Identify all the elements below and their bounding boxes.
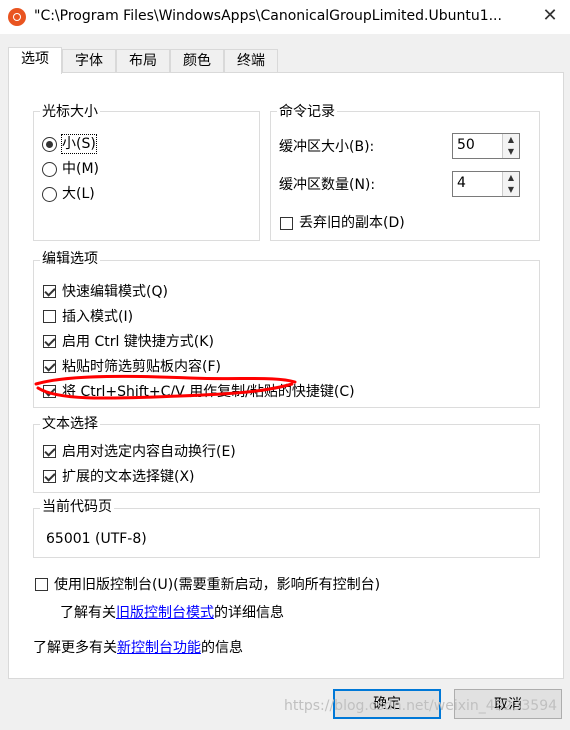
tab-layout[interactable]: 布局 [116, 49, 170, 73]
discard-old-checkbox[interactable] [280, 217, 293, 230]
buffer-size-value: 50 [457, 137, 475, 153]
close-icon[interactable]: ✕ [538, 4, 562, 28]
buffer-count-value: 4 [457, 175, 466, 191]
tab-colors[interactable]: 颜色 [170, 49, 224, 73]
spin-down-icon[interactable]: ▼ [502, 146, 519, 158]
radio-small[interactable] [42, 137, 57, 152]
legacy-mode-link[interactable]: 旧版控制台模式 [116, 605, 214, 621]
radio-large-label: 大(L) [62, 186, 95, 202]
more-info-line: 了解更多有关新控制台功能的信息 [33, 639, 243, 657]
text-selection-title: 文本选择 [40, 416, 100, 432]
more-info-suffix: 的信息 [201, 640, 243, 656]
extended-keys-label: 扩展的文本选择键(X) [62, 469, 195, 485]
legacy-info-prefix: 了解有关 [60, 605, 116, 621]
ctrl-shortcuts-label: 启用 Ctrl 键快捷方式(K) [62, 334, 214, 350]
new-console-features-link[interactable]: 新控制台功能 [117, 640, 201, 656]
buffer-count-spinner[interactable]: 4 ▲ ▼ [452, 171, 520, 197]
legacy-info-suffix: 的详细信息 [214, 605, 284, 621]
wrap-selection-label: 启用对选定内容自动换行(E) [62, 444, 236, 460]
radio-medium-label: 中(M) [62, 161, 100, 177]
insert-mode-label: 插入模式(I) [62, 309, 134, 325]
insert-mode-checkbox[interactable] [43, 310, 56, 323]
quick-edit-checkbox[interactable] [43, 285, 56, 298]
spin-up-icon[interactable]: ▲ [502, 172, 519, 184]
more-info-prefix: 了解更多有关 [33, 640, 117, 656]
tab-terminal[interactable]: 终端 [224, 49, 278, 73]
legacy-console-label: 使用旧版控制台(U)(需要重新启动，影响所有控制台) [54, 577, 381, 593]
tab-options[interactable]: 选项 [8, 47, 62, 74]
buffer-count-label: 缓冲区数量(N): [279, 177, 376, 193]
tab-strip: 选项 字体 布局 颜色 终端 [8, 47, 308, 74]
quick-edit-label: 快速编辑模式(Q) [62, 284, 168, 300]
window-title: "C:\Program Files\WindowsApps\CanonicalG… [34, 8, 502, 24]
extended-keys-checkbox[interactable] [43, 470, 56, 483]
edit-options-title: 编辑选项 [40, 251, 100, 267]
ctrl-shortcuts-checkbox[interactable] [43, 335, 56, 348]
tab-font[interactable]: 字体 [62, 49, 116, 73]
radio-small-label: 小(S) [61, 134, 97, 154]
discard-old-label: 丢弃旧的副本(D) [299, 215, 405, 231]
red-annotation-scribble [34, 374, 297, 400]
legacy-console-checkbox[interactable] [35, 578, 48, 591]
buffer-size-spinner[interactable]: 50 ▲ ▼ [452, 133, 520, 159]
ubuntu-app-icon [8, 8, 26, 26]
radio-large[interactable] [42, 187, 57, 202]
legacy-info-line: 了解有关旧版控制台模式的详细信息 [60, 604, 284, 622]
buffer-size-label: 缓冲区大小(B): [279, 139, 375, 155]
cursor-size-title: 光标大小 [40, 104, 100, 120]
spin-up-icon[interactable]: ▲ [502, 134, 519, 146]
watermark-text: https://blog.csdn.net/weixin_43233594 [284, 698, 558, 714]
wrap-selection-checkbox[interactable] [43, 445, 56, 458]
title-bar: "C:\Program Files\WindowsApps\CanonicalG… [0, 0, 570, 34]
codepage-title: 当前代码页 [40, 499, 114, 515]
command-history-title: 命令记录 [277, 104, 337, 120]
spin-down-icon[interactable]: ▼ [502, 184, 519, 196]
radio-medium[interactable] [42, 162, 57, 177]
codepage-value: 65001 (UTF-8) [46, 531, 147, 547]
